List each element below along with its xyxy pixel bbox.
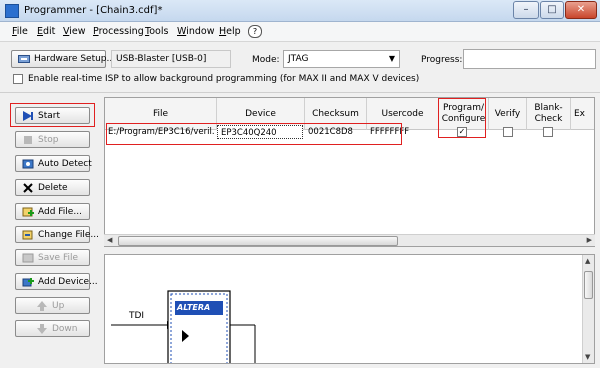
scroll-up-icon[interactable]: ▲ xyxy=(585,257,590,265)
divider xyxy=(0,92,600,93)
whats-this-help-icon[interactable]: ? xyxy=(248,25,262,38)
title-bar: Programmer - [Chain3.cdf]* – □ ✕ xyxy=(0,0,600,22)
row-usercode: FFFFFFFF xyxy=(370,127,410,137)
delete-button[interactable]: Delete xyxy=(15,179,90,196)
isp-checkbox-label: Enable real-time ISP to allow background… xyxy=(28,74,420,84)
scroll-left-icon[interactable]: ◀ xyxy=(107,236,112,244)
start-icon xyxy=(22,110,34,121)
change-file-icon xyxy=(22,230,34,240)
scroll-thumb[interactable] xyxy=(584,271,593,299)
row-checksum: 0021C8D8 xyxy=(308,127,353,137)
add-file-button[interactable]: Add File... xyxy=(15,203,90,220)
blank-check-checkbox[interactable] xyxy=(543,127,553,137)
altera-logo: ALTERA xyxy=(177,303,211,312)
stop-label: Stop xyxy=(38,134,59,145)
delete-icon xyxy=(22,182,34,193)
chevron-down-icon: ▼ xyxy=(388,54,395,63)
maximize-button[interactable]: □ xyxy=(540,1,564,19)
stop-icon xyxy=(22,135,34,145)
window-title: Programmer - [Chain3.cdf]* xyxy=(24,5,163,16)
start-label: Start xyxy=(38,110,60,121)
chain-vertical-scrollbar[interactable]: ▲ ▼ xyxy=(582,255,594,363)
menu-bar: File Edit View Processing Tools Window H… xyxy=(0,22,600,42)
scroll-down-icon[interactable]: ▼ xyxy=(585,353,590,361)
verify-checkbox[interactable] xyxy=(503,127,513,137)
close-button[interactable]: ✕ xyxy=(565,1,597,19)
up-icon xyxy=(36,300,48,311)
up-label: Up xyxy=(52,300,65,311)
save-file-label: Save File xyxy=(38,252,79,263)
menu-edit[interactable]: Edit xyxy=(37,26,55,37)
menu-window[interactable]: Window xyxy=(177,26,214,37)
menu-tools[interactable]: Tools xyxy=(145,26,168,37)
auto-detect-button[interactable]: Auto Detect xyxy=(15,155,92,172)
tdi-label: TDI xyxy=(129,311,145,321)
hardware-field: USB-Blaster [USB-0] xyxy=(111,50,231,68)
programmer-app-icon xyxy=(5,4,19,18)
start-button[interactable]: Start xyxy=(15,107,90,124)
add-file-label: Add File... xyxy=(38,206,82,217)
mode-value: JTAG xyxy=(288,54,309,64)
save-file-icon xyxy=(22,253,34,263)
menu-file[interactable]: File xyxy=(12,26,28,37)
grid-horizontal-scrollbar[interactable]: ◀ ▶ xyxy=(104,234,595,246)
mode-label: Mode: xyxy=(252,55,280,65)
auto-detect-icon xyxy=(22,159,34,169)
row-device: EP3C40Q240 xyxy=(217,125,303,139)
mode-select[interactable]: JTAG ▼ xyxy=(283,50,400,68)
hardware-setup-label: Hardware Setup... xyxy=(34,54,116,64)
isp-checkbox[interactable] xyxy=(13,74,23,84)
device-grid: File Device Checksum Usercode Program/ C… xyxy=(104,97,595,247)
add-device-icon xyxy=(22,277,34,287)
down-button[interactable]: Down xyxy=(15,320,90,337)
row-file: E:/Program/EP3C16/veril... xyxy=(108,127,215,137)
progress-field xyxy=(463,49,596,69)
down-label: Down xyxy=(52,323,78,334)
add-file-icon xyxy=(22,207,34,217)
jtag-chain-view: TDI ALTERA ▲ ▼ xyxy=(104,254,595,364)
add-device-button[interactable]: Add Device... xyxy=(15,273,98,290)
up-button[interactable]: Up xyxy=(15,297,90,314)
down-icon xyxy=(36,323,48,334)
hardware-icon xyxy=(18,54,30,64)
hardware-setup-button[interactable]: Hardware Setup... xyxy=(11,50,115,68)
program-configure-checkbox[interactable]: ✓ xyxy=(457,127,467,137)
minimize-button[interactable]: – xyxy=(513,1,539,19)
scroll-thumb[interactable] xyxy=(118,236,398,246)
change-file-label: Change File... xyxy=(38,229,99,240)
table-row[interactable]: E:/Program/EP3C16/veril... EP3C40Q240 00… xyxy=(105,125,594,139)
add-device-label: Add Device... xyxy=(38,276,98,287)
scroll-right-icon[interactable]: ▶ xyxy=(587,236,592,244)
change-file-button[interactable]: Change File... xyxy=(15,226,99,243)
delete-label: Delete xyxy=(38,182,68,193)
stop-button[interactable]: Stop xyxy=(15,131,90,148)
save-file-button[interactable]: Save File xyxy=(15,249,90,266)
menu-processing[interactable]: Processing xyxy=(93,26,144,37)
auto-detect-label: Auto Detect xyxy=(38,158,92,169)
progress-label: Progress: xyxy=(421,55,463,65)
menu-view[interactable]: View xyxy=(63,26,86,37)
menu-help[interactable]: Help xyxy=(219,26,241,37)
